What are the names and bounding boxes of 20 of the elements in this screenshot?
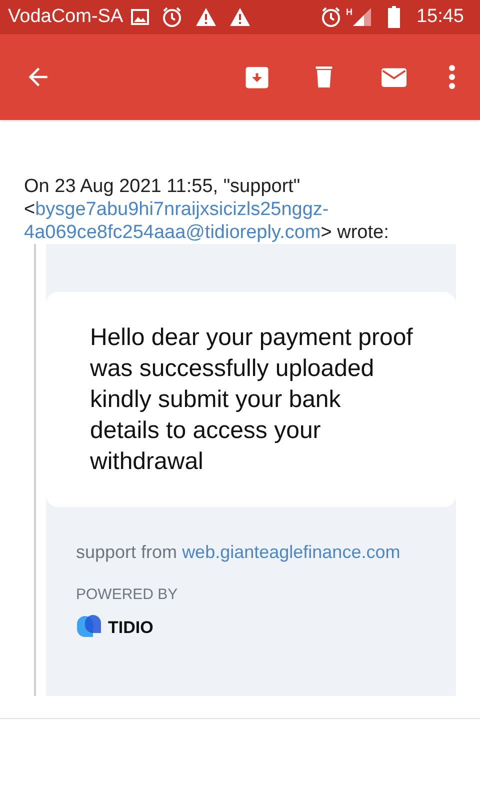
quote-header: On 23 Aug 2021 11:55, "support" <bysge7abu9hi7nraijxsicizls25nggz-4a069ce8fc254aaa@tidioreply.com> wrote:	[24, 175, 390, 244]
image-icon	[131, 9, 150, 25]
more-icon	[448, 64, 456, 90]
alarm-icon	[320, 6, 342, 28]
warning-icon	[229, 7, 252, 27]
carrier-name: VodaCom-SA	[8, 4, 124, 29]
powered-by-label: POWERED BY	[76, 585, 179, 605]
support-line: support from web.gianteaglefinance.com	[76, 541, 402, 564]
alarm-icon	[161, 6, 184, 28]
message-text: Hello dear your payment proof was successfully uploaded kindly submit your bank details to access your withdrawal	[90, 323, 414, 477]
chat-logo-icon	[76, 615, 102, 640]
signal-icon	[352, 7, 372, 27]
battery-icon	[388, 6, 400, 28]
brand-name: TIDIO	[108, 616, 154, 638]
warning-icon	[195, 7, 218, 27]
network-type: H	[346, 6, 352, 19]
support-link[interactable]: web.gianteaglefinance.com	[182, 542, 400, 562]
sender-email-link[interactable]: 4a069ce8fc254aaa@tidioreply.com	[24, 222, 321, 243]
clock-time: 15:45	[416, 4, 464, 29]
sender-email-link[interactable]: bysge7abu9hi7nraijxsicizls25nggz-	[35, 199, 329, 220]
